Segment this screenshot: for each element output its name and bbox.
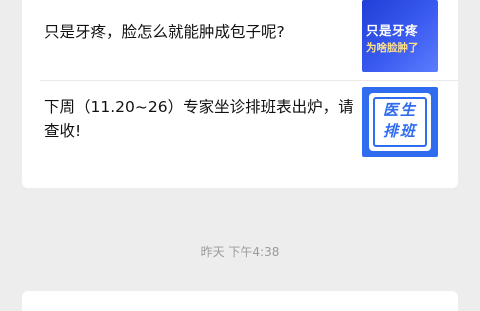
article-item-tooth-pain[interactable]: 只是牙疼，脸怎么就能肿成包子呢? 只是牙疼 为啥脸肿了 xyxy=(22,0,458,80)
article-item-doctor-schedule[interactable]: 下周（11.20~26）专家坐诊排班表出炉，请查收! 医生 排班 xyxy=(22,81,458,188)
next-news-card[interactable] xyxy=(22,291,458,311)
thumbnail-caption: 只是牙疼 xyxy=(366,23,419,38)
thumbnail-subcaption: 为啥脸肿了 xyxy=(366,42,419,54)
thumbnail-subcaption: 排班 xyxy=(382,122,417,140)
article-thumbnail[interactable]: 医生 排班 xyxy=(362,87,438,157)
schedule-badge-icon: 医生 排班 xyxy=(369,93,431,151)
article-title: 只是牙疼，脸怎么就能肿成包子呢? xyxy=(44,23,285,41)
message-timestamp: 昨天 下午4:38 xyxy=(200,245,280,259)
article-title: 下周（11.20~26）专家坐诊排班表出炉，请查收! xyxy=(44,98,354,140)
article-thumbnail[interactable]: 只是牙疼 为啥脸肿了 xyxy=(362,0,438,72)
thumbnail-caption: 医生 xyxy=(382,101,417,119)
news-card: 只是牙疼，脸怎么就能肿成包子呢? 只是牙疼 为啥脸肿了 下周（11.20~26）… xyxy=(22,0,458,188)
